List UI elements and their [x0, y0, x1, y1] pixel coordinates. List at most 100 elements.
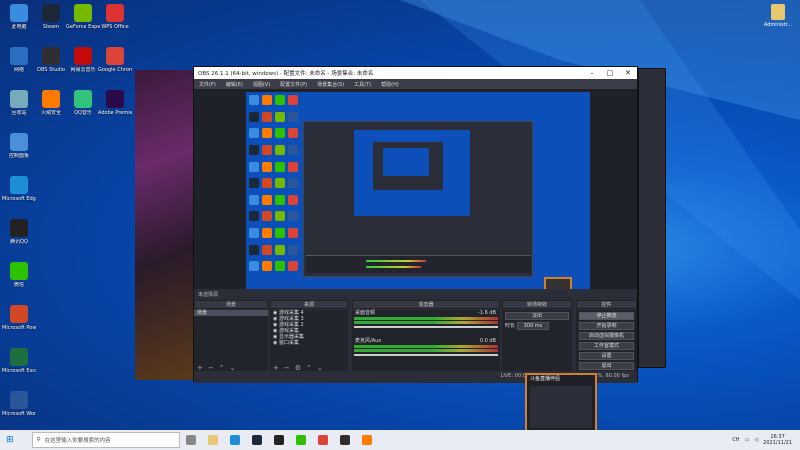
menu-help[interactable]: 帮助(H) — [376, 81, 404, 88]
audio-meter — [354, 345, 498, 348]
app-icon — [74, 90, 92, 108]
steam-icon[interactable] — [251, 435, 262, 445]
desktop-icon[interactable]: 微信 — [2, 262, 36, 298]
nested-icon — [288, 194, 298, 205]
mixer-channel-name: 桌面音频 — [355, 310, 376, 316]
qq-icon[interactable] — [273, 435, 284, 445]
audio-meter — [354, 317, 498, 320]
nested-icon — [262, 144, 272, 155]
volume-slider[interactable] — [354, 354, 498, 356]
nested-icon — [262, 228, 272, 239]
obs-window[interactable]: OBS 26.1.1 (64-bit, windows) - 配置文件: 未命名… — [193, 66, 638, 383]
desktop-icon[interactable]: Adobe Premiere Pro — [98, 90, 132, 126]
settings-button[interactable]: 设置 — [579, 352, 634, 360]
nested-icon — [262, 161, 272, 172]
studio-mode-button[interactable]: 工作室模式 — [579, 342, 634, 350]
menu-profile[interactable]: 配置文件(P) — [275, 81, 312, 88]
desktop-icon[interactable]: 网络 — [2, 47, 36, 83]
desktop-icon[interactable]: Google Chrome — [98, 47, 132, 83]
nested-icon — [288, 111, 298, 122]
desktop-icon[interactable]: Microsoft Edge — [2, 176, 36, 212]
volume-icon[interactable]: ◁ — [754, 437, 758, 443]
nested-icon — [288, 244, 298, 255]
app-icon — [106, 4, 124, 22]
desktop-icon-label: Administr... — [763, 22, 793, 28]
nested-icon — [275, 228, 285, 239]
desktop-icon[interactable]: QQ音乐 — [66, 90, 100, 126]
start-recording-button[interactable]: 开始录制 — [579, 322, 634, 330]
nested-icon — [249, 194, 259, 205]
file-explorer-icon[interactable] — [207, 435, 218, 445]
desktop-icon[interactable]: 此电脑 — [2, 4, 36, 40]
nested-icon — [275, 161, 285, 172]
menu-tools[interactable]: 工具(T) — [349, 81, 376, 88]
desktop-icon[interactable]: Microsoft PowerPoint — [2, 305, 36, 341]
close-button[interactable]: ✕ — [619, 69, 637, 77]
edge-icon[interactable] — [229, 435, 240, 445]
obs-titlebar[interactable]: OBS 26.1.1 (64-bit, windows) - 配置文件: 未命名… — [194, 67, 637, 79]
stop-streaming-button[interactable]: 停止推流 — [579, 312, 634, 320]
desktop-icon-label: OBS Studio — [37, 67, 65, 73]
task-view-icon[interactable] — [185, 435, 196, 445]
virtual-camera-button[interactable]: 启动虚拟摄像机 — [579, 332, 634, 340]
nested-icon — [288, 161, 298, 172]
menu-scene-collection[interactable]: 场景集合(S) — [312, 81, 349, 88]
app-icon — [42, 90, 60, 108]
desktop-icon[interactable]: Microsoft Excel 2016 — [2, 348, 36, 384]
controls-dock: 停止推流 开始录制 启动虚拟摄像机 工作室模式 设置 退出 — [576, 310, 637, 372]
sources-header: 来源 — [270, 300, 348, 309]
nested-icon — [249, 144, 259, 155]
wechat-icon[interactable] — [295, 435, 306, 445]
menu-view[interactable]: 视图(V) — [248, 81, 275, 88]
menu-edit[interactable]: 编辑(E) — [221, 81, 248, 88]
desktop-icon[interactable]: Microsoft Word 2016 — [2, 391, 36, 427]
desktop-icon-label: Adobe Premiere Pro — [98, 110, 132, 116]
desktop-icon[interactable]: 回收站 — [2, 90, 36, 126]
desktop-icon-label: 此电脑 — [11, 24, 27, 30]
desktop-icon-label: 腾讯QQ — [10, 239, 28, 245]
nested-icon — [288, 261, 298, 272]
scene-item[interactable]: 场景 — [194, 310, 268, 316]
desktop-icon[interactable]: GeForce Experience — [66, 4, 100, 40]
windows-start-icon[interactable]: ⊞ — [6, 435, 14, 445]
desktop-icon-admin[interactable]: Administr... — [763, 4, 793, 28]
chrome-icon[interactable] — [317, 435, 328, 445]
desktop-icon[interactable]: 网易云音乐 — [66, 47, 100, 83]
nested-icon — [275, 178, 285, 189]
nested-icon — [262, 178, 272, 189]
nested-icon — [262, 111, 272, 122]
desktop-icon[interactable]: Steam — [34, 4, 68, 40]
nested-icon — [275, 194, 285, 205]
douyu-icon[interactable] — [361, 435, 372, 445]
nested-icon — [249, 161, 259, 172]
audio-meter — [354, 321, 498, 324]
transition-select[interactable]: 淡出 — [505, 312, 569, 320]
nested-icon — [275, 95, 285, 105]
nested-icon — [249, 244, 259, 255]
minimize-button[interactable]: – — [583, 69, 601, 77]
obs-icon[interactable] — [339, 435, 350, 445]
thumbnail-window[interactable]: 斗鱼直播伴侣 — [525, 373, 597, 433]
app-icon — [10, 305, 28, 323]
maximize-button[interactable]: □ — [601, 69, 619, 77]
nested-icon — [288, 128, 298, 139]
tray-lang[interactable]: CH — [732, 437, 739, 443]
duration-input[interactable]: 300 ms — [516, 322, 550, 330]
desktop-icon[interactable]: 控制面板 — [2, 133, 36, 169]
clock-date[interactable]: 2021/11/21 — [763, 440, 792, 446]
exit-button[interactable]: 退出 — [579, 362, 634, 370]
nested-icon — [262, 194, 272, 205]
network-icon[interactable]: ▭ — [745, 437, 750, 443]
desktop-icon[interactable]: 腾讯QQ — [2, 219, 36, 255]
desktop-icon-label: Steam — [42, 24, 60, 30]
desktop-icon[interactable]: WPS Office — [98, 4, 132, 40]
volume-slider[interactable] — [354, 326, 498, 328]
mixer-channel-name: 麦克风/Aux — [355, 338, 382, 344]
menu-file[interactable]: 文件(F) — [194, 81, 221, 88]
desktop-icon[interactable]: 火绒安全 — [34, 90, 68, 126]
source-item[interactable]: ◉ 窗口采集 — [270, 340, 348, 346]
search-box[interactable]: ⚲ 在这里输入你要搜索的内容 — [31, 432, 180, 448]
mixer-header: 混音器 — [352, 300, 500, 309]
desktop-icon[interactable]: OBS Studio — [34, 47, 68, 83]
search-icon: ⚲ — [36, 437, 41, 443]
